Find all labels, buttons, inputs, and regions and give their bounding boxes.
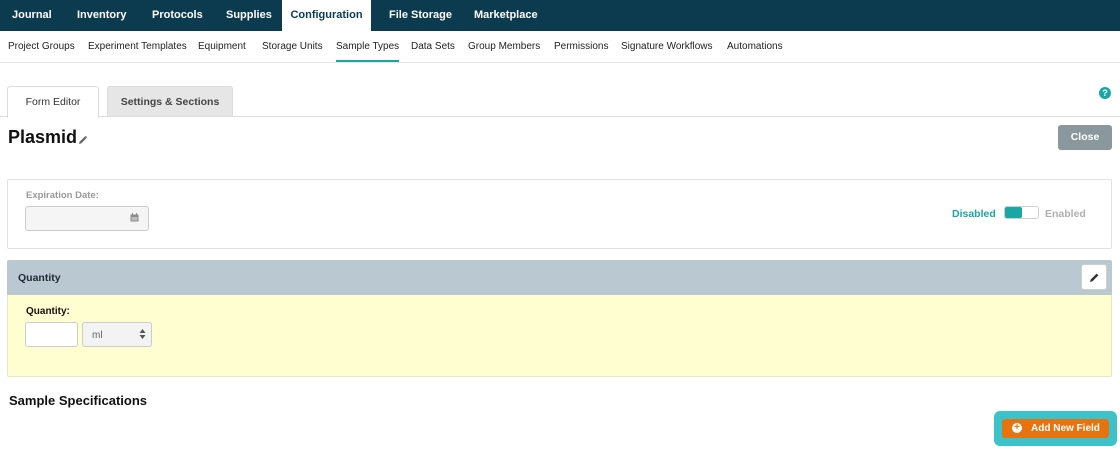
topnav-protocols[interactable]: Protocols	[152, 0, 203, 31]
expiration-date-label: Expiration Date:	[26, 190, 99, 201]
subnav-equipment[interactable]: Equipment	[198, 31, 246, 62]
page-title: Plasmid	[8, 127, 78, 147]
toggle-disabled-label: Disabled	[952, 208, 996, 220]
subnav-sample-types[interactable]: Sample Types	[336, 31, 400, 62]
tab-settings-sections[interactable]: Settings & Sections	[107, 86, 233, 117]
subnav-signature-workflows[interactable]: Signature Workflows	[621, 31, 713, 62]
top-nav: Journal Inventory Protocols Supplies Con…	[0, 0, 1120, 31]
add-new-field-label: Add New Field	[1031, 423, 1100, 434]
quantity-edit-button[interactable]	[1081, 264, 1107, 290]
subnav-storage-units[interactable]: Storage Units	[262, 31, 323, 62]
pencil-icon	[1090, 273, 1099, 282]
subnav-experiment-templates[interactable]: Experiment Templates	[88, 31, 187, 62]
topnav-inventory[interactable]: Inventory	[77, 0, 127, 31]
quantity-panel-header	[7, 260, 1112, 295]
topnav-configuration[interactable]: Configuration	[282, 0, 371, 31]
expiration-panel	[7, 179, 1112, 249]
quantity-panel-body	[7, 295, 1112, 377]
subnav-permissions[interactable]: Permissions	[554, 31, 608, 62]
sample-specifications-title: Sample Specifications	[9, 393, 147, 408]
quantity-label: Quantity:	[26, 306, 70, 317]
expiration-toggle[interactable]	[1004, 206, 1039, 219]
pencil-icon[interactable]	[78, 135, 88, 145]
toggle-knob	[1005, 207, 1022, 218]
unit-select-value: ml	[92, 330, 103, 341]
topnav-journal[interactable]: Journal	[12, 0, 52, 31]
tab-divider	[0, 116, 1120, 117]
quantity-input[interactable]	[25, 322, 78, 347]
subnav-group-members[interactable]: Group Members	[468, 31, 540, 62]
tab-form-editor[interactable]: Form Editor	[7, 86, 99, 118]
sub-nav: Project Groups Experiment Templates Equi…	[0, 31, 1120, 63]
sort-caret-icon	[139, 329, 146, 339]
topnav-supplies[interactable]: Supplies	[226, 0, 272, 31]
toggle-enabled-label: Enabled	[1045, 208, 1086, 220]
quantity-panel-title: Quantity	[18, 272, 61, 284]
topnav-marketplace[interactable]: Marketplace	[474, 0, 538, 31]
subnav-project-groups[interactable]: Project Groups	[8, 31, 75, 62]
calendar-icon[interactable]	[130, 213, 139, 222]
topnav-file-storage[interactable]: File Storage	[389, 0, 452, 31]
plus-circle-icon: +	[1012, 423, 1022, 433]
help-icon[interactable]: ?	[1099, 87, 1111, 99]
subnav-data-sets[interactable]: Data Sets	[411, 31, 455, 62]
subnav-automations[interactable]: Automations	[727, 31, 783, 62]
close-button[interactable]: Close	[1058, 125, 1112, 150]
